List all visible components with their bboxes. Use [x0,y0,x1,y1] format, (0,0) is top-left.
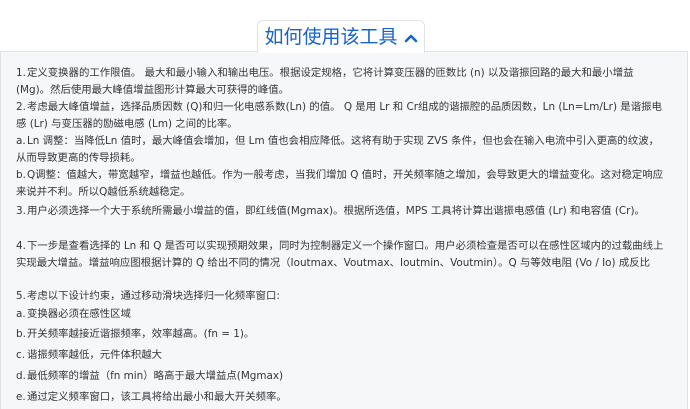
list-item-constraint-c: c. 谐振频率越低，元件体积越大 [16,347,666,364]
list-marker: 2. [16,101,26,113]
list-text: 最低频率的增益（fn min）略高于最大增益点(Mgmax) [27,370,284,382]
list-item-step-5: 5.考虑以下设计约束，通过移动滑块选择归一化频率窗口: [16,288,666,305]
list-text: 通过定义频率窗口，该工具将给出最小和最大开关频率。 [27,391,287,403]
list-item-step-3: 3.用户必须选择一个大于系统所需最小增益的值，即红线值(Mgmax)。根据所选值… [16,203,666,220]
list-marker: a. [16,308,26,320]
list-marker: 3. [16,205,26,217]
list-item-constraint-d: d.最低频率的增益（fn min）略高于最大增益点(Mgmax) [16,368,666,385]
list-marker: d. [16,370,26,382]
list-marker: 5. [16,290,26,302]
list-marker: b. [16,328,26,340]
list-text: 变换器必须在感性区域 [27,308,131,320]
list-text: 考虑以下设计约束，通过移动滑块选择归一化频率窗口: [27,290,280,302]
list-text: 考虑最大峰值增益，选择品质因数 (Q)和归一化电感系数(Ln) 的值。 Q 是用… [16,101,662,130]
list-marker: 1. [16,67,26,79]
list-item-step-1: 1.定义变换器的工作限值。 最大和最小输入和输出电压。根据设定规格，它将计算变压… [16,65,666,99]
chevron-up-icon [404,34,417,43]
list-item-constraint-a: a.变换器必须在感性区域 [16,306,666,323]
list-text: Q调整：值越大，带宽越窄，增益也越低。作为一般考虑，当我们增加 Q 值时，开关频… [16,169,664,198]
list-marker: e. [16,391,26,403]
list-item-step-2: 2.考虑最大峰值增益，选择品质因数 (Q)和归一化电感系数(Ln) 的值。 Q … [16,99,666,133]
list-text: 定义变换器的工作限值。 最大和最小输入和输出电压。根据设定规格，它将计算变压器的… [16,67,634,96]
list-text: 开关频率越接近谐振频率，效率越高。(fn = 1)。 [27,328,255,340]
list-item-step-4: 4.下一步是查看选择的 Ln 和 Q 是否可以实现预期效果，同时为控制器定义一个… [16,238,666,272]
list-marker: b. [16,169,26,181]
section-title: 如何使用该工具 [264,25,398,48]
list-item-constraint-b: b.开关频率越接近谐振频率，效率越高。(fn = 1)。 [16,326,666,343]
list-text: 用户必须选择一个大于系统所需最小增益的值，即红线值(Mgmax)。根据所选值，M… [27,205,645,217]
list-marker: a. [16,135,26,147]
list-text: 下一步是查看选择的 Ln 和 Q 是否可以实现预期效果，同时为控制器定义一个操作… [16,240,664,269]
list-item-q-adjust: b.Q调整：值越大，带宽越窄，增益也越低。作为一般考虑，当我们增加 Q 值时，开… [16,167,666,201]
list-text: 谐振频率越低，元件体积越大 [27,349,163,361]
how-to-use-toggle[interactable]: 如何使用该工具 [257,20,425,53]
list-item-constraint-e: e.通过定义频率窗口，该工具将给出最小和最大开关频率。 [16,389,666,406]
list-marker: c. [16,349,26,361]
list-item-ln-adjust: a.Ln 调整：当降低Ln 值时，最大峰值会增加，但 Lm 值也会相应降低。这将… [16,133,666,167]
list-marker: 4. [16,240,26,252]
list-text: Ln 调整：当降低Ln 值时，最大峰值会增加，但 Lm 值也会相应降低。这将有助… [16,135,659,164]
